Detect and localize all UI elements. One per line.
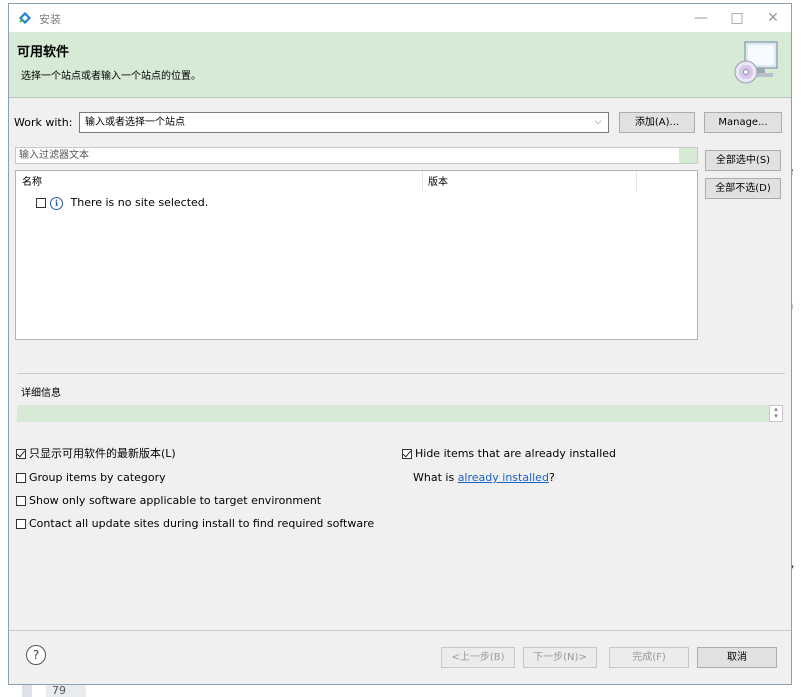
manage-button[interactable]: Manage... <box>704 112 782 133</box>
what-is-prefix: What is <box>413 471 458 484</box>
show-applicable-label: Show only software applicable to target … <box>29 494 322 507</box>
app-icon <box>19 12 31 24</box>
show-latest-label: 只显示可用软件的最新版本(L) <box>29 447 176 460</box>
details-text-area[interactable] <box>17 405 769 422</box>
next-button[interactable]: 下一步(N)> <box>523 647 597 668</box>
background-bar <box>22 684 32 697</box>
column-divider <box>422 171 423 191</box>
title-bar: 安装 — □ ✕ <box>9 4 791 32</box>
header-banner: 可用软件 选择一个站点或者输入一个站点的位置。 <box>9 32 791 98</box>
show-applicable-checkbox[interactable] <box>16 496 26 506</box>
deselect-all-button[interactable]: 全部不选(D) <box>705 178 781 199</box>
minimize-button[interactable]: — <box>683 4 719 32</box>
group-by-category-label: Group items by category <box>29 471 166 484</box>
chevron-down-icon[interactable]: ⌵ <box>592 113 604 132</box>
install-cd-monitor-icon <box>734 41 778 84</box>
row-checkbox[interactable] <box>36 198 46 208</box>
back-button[interactable]: <上一步(B) <box>441 647 515 668</box>
background-text: 79 <box>52 684 66 697</box>
column-divider <box>636 171 637 191</box>
show-latest-checkbox[interactable] <box>16 449 26 459</box>
work-with-combo[interactable]: 输入或者选择一个站点 ⌵ <box>79 112 609 133</box>
software-table[interactable]: 名称 版本 i There is no site selected. <box>15 170 698 340</box>
info-icon: i <box>50 196 63 210</box>
option-group-by-category[interactable]: Group items by category <box>16 471 166 485</box>
hide-installed-label: Hide items that are already installed <box>415 447 617 460</box>
page-subtitle: 选择一个站点或者输入一个站点的位置。 <box>21 71 201 82</box>
background-strip: 79 <box>0 684 801 697</box>
what-is-installed-text: What is already installed? <box>413 471 555 485</box>
option-hide-installed[interactable]: Hide items that are already installed <box>402 447 616 461</box>
table-row[interactable]: i There is no site selected. <box>36 195 208 211</box>
work-with-label: Work with: <box>14 116 73 129</box>
already-installed-link[interactable]: already installed <box>458 471 549 484</box>
add-site-button[interactable]: 添加(A)... <box>619 112 695 133</box>
close-button[interactable]: ✕ <box>755 4 791 32</box>
what-is-suffix: ? <box>548 471 555 484</box>
column-header-name[interactable]: 名称 <box>22 173 42 188</box>
group-by-category-checkbox[interactable] <box>16 473 26 483</box>
finish-button[interactable]: 完成(F) <box>609 647 689 668</box>
section-divider <box>17 373 785 374</box>
help-icon[interactable]: ? <box>26 645 46 665</box>
option-show-applicable[interactable]: Show only software applicable to target … <box>16 494 321 508</box>
select-all-button[interactable]: 全部选中(S) <box>705 150 781 171</box>
row-text: There is no site selected. <box>70 196 209 209</box>
option-show-latest[interactable]: 只显示可用软件的最新版本(L) <box>16 447 176 461</box>
cancel-button[interactable]: 取消 <box>697 647 777 668</box>
install-dialog: 安装 — □ ✕ 可用软件 选择一个站点或者输入一个站点的位置。 Work wi… <box>8 3 792 685</box>
column-header-version[interactable]: 版本 <box>428 173 448 188</box>
page-title: 可用软件 <box>17 45 70 60</box>
hide-installed-checkbox[interactable] <box>402 449 412 459</box>
clear-filter-icon[interactable] <box>679 148 697 163</box>
window-title: 安装 <box>39 13 61 26</box>
details-scroll-icon[interactable]: ▴ ▾ <box>769 405 783 422</box>
details-label: 详细信息 <box>21 388 61 399</box>
option-contact-all-sites[interactable]: Contact all update sites during install … <box>16 517 374 531</box>
filter-input[interactable]: 输入过滤器文本 <box>15 147 698 164</box>
work-with-value: 输入或者选择一个站点 <box>85 117 185 128</box>
maximize-button[interactable]: □ <box>719 4 755 32</box>
contact-all-sites-label: Contact all update sites during install … <box>29 517 375 530</box>
footer-divider <box>9 630 791 631</box>
filter-placeholder: 输入过滤器文本 <box>19 150 89 161</box>
contact-all-sites-checkbox[interactable] <box>16 519 26 529</box>
